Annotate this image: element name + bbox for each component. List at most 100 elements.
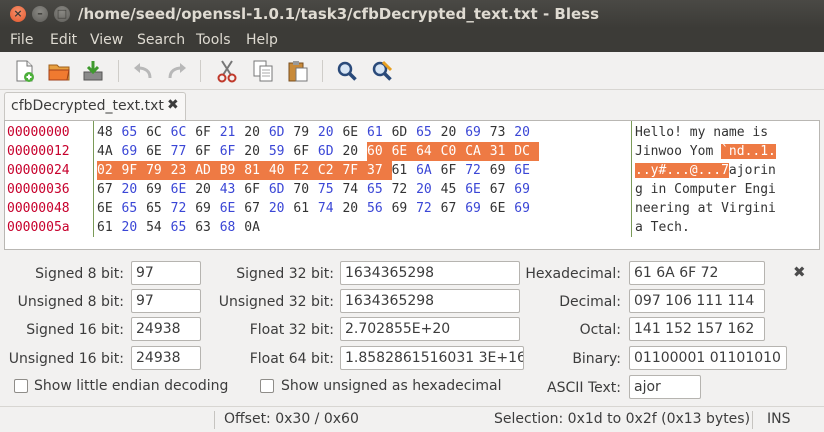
hex-byte[interactable]: 68 [220, 218, 245, 237]
hex-byte[interactable]: 65 [416, 123, 441, 142]
window-close-button[interactable]: × [10, 6, 26, 22]
close-panel-icon[interactable]: ✖ [793, 263, 806, 281]
hex-byte[interactable]: F2 [293, 161, 318, 180]
tab-close-icon[interactable]: ✖ [167, 97, 179, 113]
hex-byte[interactable]: 65 [122, 123, 147, 142]
undo-button[interactable] [130, 58, 156, 84]
hex-byte[interactable]: 6F [244, 180, 269, 199]
hex-byte[interactable]: 6F [293, 142, 318, 161]
hex-byte[interactable]: 69 [514, 180, 539, 199]
hex-column[interactable]: 48 65 6C 6C 6F 21 20 6D 79 20 6E 61 6D 65 20 69 73 20 4A 69… [97, 123, 627, 237]
hex-byte[interactable]: 69 [465, 123, 490, 142]
hex-byte[interactable]: 74 [342, 180, 367, 199]
hex-byte[interactable]: C2 [317, 161, 343, 180]
hex-byte[interactable]: 69 [195, 199, 220, 218]
ascii-text-field[interactable]: ajor [629, 375, 701, 399]
unsigned8-field[interactable]: 97 [131, 289, 201, 313]
hex-byte[interactable]: 20 [416, 180, 441, 199]
hex-byte[interactable]: 65 [146, 199, 171, 218]
new-file-button[interactable] [12, 58, 38, 84]
float32-field[interactable]: 2.702855E+20 [340, 317, 520, 341]
hex-byte[interactable]: 6D [318, 142, 343, 161]
ascii-text[interactable]: ajorin [729, 163, 776, 178]
hex-byte[interactable]: 7F [342, 161, 368, 180]
hex-byte[interactable]: 20 [342, 199, 367, 218]
float64-field[interactable]: 1.8582861516031 3E+161 [340, 346, 524, 370]
hex-byte[interactable]: 21 [220, 123, 245, 142]
hex-byte[interactable]: 70 [293, 180, 318, 199]
hex-byte[interactable]: 72 [392, 180, 417, 199]
find-replace-button[interactable] [369, 58, 395, 84]
hex-byte[interactable]: 6A [416, 161, 441, 180]
hex-byte[interactable]: 69 [490, 161, 515, 180]
hex-byte[interactable]: 72 [465, 161, 490, 180]
signed8-field[interactable]: 97 [131, 261, 201, 285]
hex-byte[interactable]: 65 [367, 180, 392, 199]
hex-byte[interactable]: 6F [195, 142, 220, 161]
tab-cfbdecrypted[interactable]: cfbDecrypted_text.txt ✖ [4, 92, 186, 120]
hex-byte[interactable]: 20 [318, 123, 343, 142]
hex-byte[interactable]: 65 [122, 199, 147, 218]
menu-edit[interactable]: Edit [50, 32, 77, 48]
menu-search[interactable]: Search [137, 32, 185, 48]
hex-byte[interactable]: 37 [367, 161, 392, 180]
hex-byte[interactable]: 6E [342, 123, 367, 142]
hex-byte[interactable]: 54 [146, 218, 171, 237]
hex-byte[interactable]: 6E [171, 180, 196, 199]
hex-byte[interactable]: 75 [318, 180, 343, 199]
octal-field[interactable]: 141 152 157 162 [629, 317, 765, 341]
hex-byte[interactable]: 69 [514, 199, 539, 218]
signed32-field[interactable]: 1634365298 [340, 261, 520, 285]
hex-byte[interactable]: 20 [244, 123, 269, 142]
hex-byte[interactable]: 79 [146, 161, 171, 180]
hex-byte[interactable]: 6E [490, 199, 515, 218]
hex-byte[interactable]: 56 [367, 199, 392, 218]
little-endian-checkbox[interactable] [14, 379, 28, 393]
menu-view[interactable]: View [90, 32, 123, 48]
menu-tools[interactable]: Tools [196, 32, 231, 48]
signed16-field[interactable]: 24938 [131, 317, 201, 341]
hex-byte[interactable]: 6D [269, 123, 294, 142]
hex-byte[interactable]: 20 [441, 123, 466, 142]
hex-byte[interactable]: 20 [514, 123, 539, 142]
hex-byte[interactable]: 73 [490, 123, 515, 142]
hex-byte[interactable]: 6E [97, 199, 122, 218]
hex-byte[interactable]: 61 [367, 123, 392, 142]
hex-byte[interactable]: 6E [146, 142, 171, 161]
hex-byte[interactable]: 6C [146, 123, 171, 142]
hex-byte[interactable]: 59 [269, 142, 294, 161]
hex-byte[interactable]: 61 [97, 218, 122, 237]
ascii-text[interactable]: neering at Virgini [635, 201, 776, 216]
hex-byte[interactable]: 69 [465, 199, 490, 218]
open-button[interactable] [46, 58, 72, 84]
hex-byte[interactable]: 67 [490, 180, 515, 199]
decimal-field[interactable]: 097 106 111 114 [629, 289, 765, 313]
hex-byte[interactable]: 6D [269, 180, 294, 199]
hex-byte[interactable]: 6F [195, 123, 220, 142]
hex-byte[interactable]: 9F [121, 161, 147, 180]
window-minimize-button[interactable]: – [32, 6, 48, 22]
copy-button[interactable] [250, 58, 276, 84]
hex-byte[interactable]: 40 [268, 161, 294, 180]
hex-byte[interactable]: 20 [122, 218, 147, 237]
hex-byte[interactable]: B9 [219, 161, 245, 180]
hex-byte[interactable]: 6F [220, 142, 245, 161]
hex-byte[interactable]: 20 [244, 142, 269, 161]
hex-byte[interactable]: 20 [195, 180, 220, 199]
menu-file[interactable]: File [10, 32, 33, 48]
hex-byte[interactable]: 6D [392, 123, 417, 142]
hex-byte[interactable]: 72 [171, 199, 196, 218]
ascii-selection[interactable]: ..y#...@...7 [635, 163, 729, 178]
hex-byte[interactable]: 63 [195, 218, 220, 237]
ascii-selection[interactable]: `nd..1. [721, 144, 776, 159]
ascii-text[interactable]: Hello! my name is [635, 125, 768, 140]
menu-help[interactable]: Help [246, 32, 278, 48]
redo-button[interactable] [164, 58, 190, 84]
hex-byte[interactable]: 4A [97, 142, 122, 161]
hex-byte[interactable]: DC [514, 142, 539, 161]
hex-byte[interactable]: 64 [416, 142, 441, 161]
hex-view[interactable]: 00000000 00000012 00000024 00000036 00000048… [4, 120, 820, 250]
hex-byte[interactable]: 20 [122, 180, 147, 199]
hex-byte[interactable]: 67 [441, 199, 466, 218]
hex-byte[interactable]: 67 [244, 199, 269, 218]
